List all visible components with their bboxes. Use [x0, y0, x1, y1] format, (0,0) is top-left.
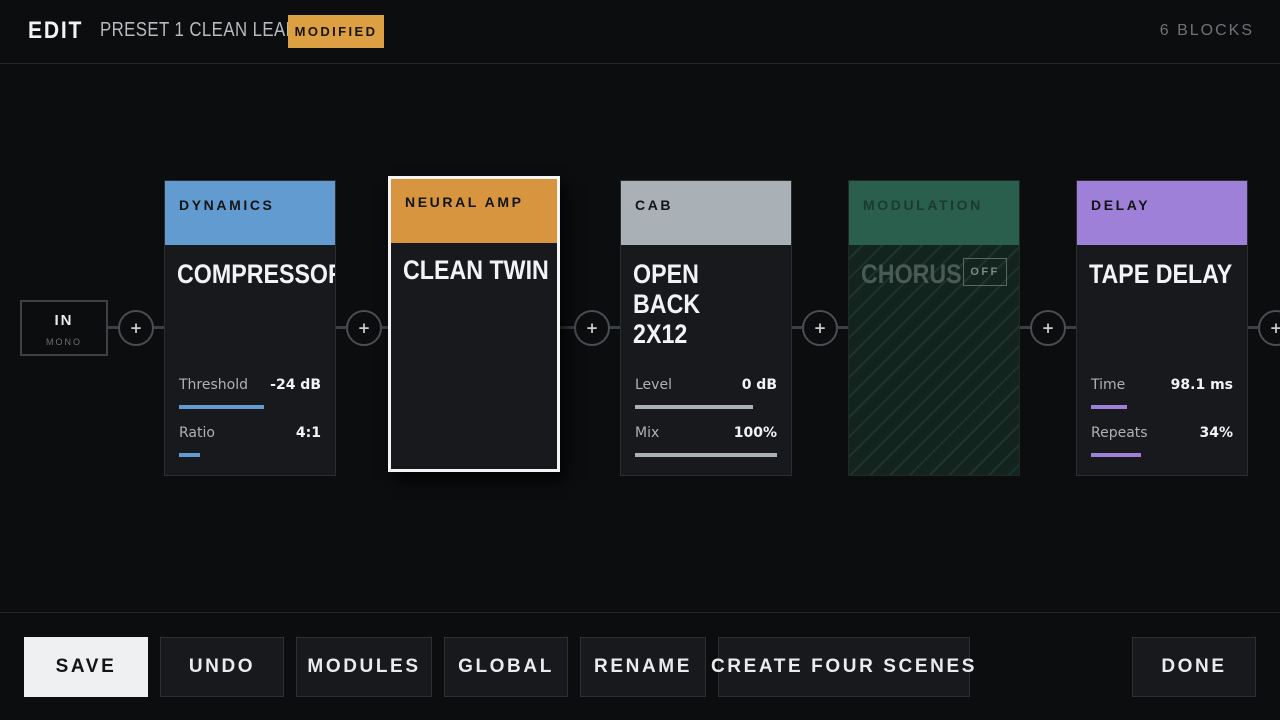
- param-value: 34%: [1199, 425, 1233, 441]
- block-category: CAB: [621, 181, 791, 245]
- block-compressor[interactable]: DYNAMICS COMPRESSOR Threshold -24 dB Rat…: [164, 180, 336, 476]
- block-category: DELAY: [1077, 181, 1247, 245]
- block-chorus[interactable]: MODULATION CHORUS OFF: [848, 180, 1020, 476]
- modified-badge: MODIFIED: [288, 15, 384, 48]
- param-label: Time: [1091, 377, 1126, 393]
- param-slider[interactable]: [635, 453, 777, 457]
- save-button[interactable]: SAVE: [24, 637, 148, 697]
- input-label: IN: [54, 311, 74, 329]
- block-count: 6 BLOCKS: [1159, 22, 1254, 39]
- block-open-back-2x12[interactable]: CAB OPEN BACK 2X12 Level 0 dB Mix 100%: [620, 180, 792, 476]
- global-button[interactable]: GLOBAL: [444, 637, 568, 697]
- param-mix[interactable]: Mix 100%: [635, 425, 777, 457]
- block-name: CLEAN TWIN: [403, 255, 549, 285]
- block-category: MODULATION: [849, 181, 1019, 245]
- plus-icon: +: [1041, 319, 1055, 337]
- plus-icon: +: [357, 319, 371, 337]
- param-slider-fill: [179, 453, 201, 457]
- plus-icon: +: [585, 319, 599, 337]
- add-block-button[interactable]: +: [1030, 310, 1066, 346]
- param-slider[interactable]: [635, 405, 777, 409]
- param-slider-fill: [635, 453, 777, 457]
- input-node[interactable]: IN MONO: [20, 300, 108, 356]
- input-mode: MONO: [46, 336, 82, 347]
- param-value: 98.1 ms: [1170, 377, 1233, 393]
- param-label: Repeats: [1091, 425, 1148, 441]
- preset-name[interactable]: PRESET 1 CLEAN LEAD: [100, 19, 298, 42]
- param-level[interactable]: Level 0 dB: [635, 377, 777, 409]
- mode-title: EDIT: [28, 17, 84, 44]
- param-slider[interactable]: [179, 453, 321, 457]
- block-category: DYNAMICS: [165, 181, 335, 245]
- param-ratio[interactable]: Ratio 4:1: [179, 425, 321, 457]
- param-slider[interactable]: [179, 405, 321, 409]
- block-tape-delay[interactable]: DELAY TAPE DELAY Time 98.1 ms Repeats 34…: [1076, 180, 1248, 476]
- block-clean-twin[interactable]: NEURAL AMP CLEAN TWIN: [388, 176, 560, 472]
- param-repeats[interactable]: Repeats 34%: [1091, 425, 1233, 457]
- top-bar: EDIT PRESET 1 CLEAN LEAD MODIFIED 6 BLOC…: [0, 0, 1280, 64]
- param-slider-fill: [1091, 453, 1141, 457]
- param-threshold[interactable]: Threshold -24 dB: [179, 377, 321, 409]
- param-label: Level: [635, 377, 672, 393]
- add-block-button[interactable]: +: [346, 310, 382, 346]
- block-name: COMPRESSOR: [177, 259, 336, 289]
- plus-icon: +: [129, 319, 143, 337]
- param-time[interactable]: Time 98.1 ms: [1091, 377, 1233, 409]
- modules-button[interactable]: MODULES: [296, 637, 432, 697]
- add-block-button[interactable]: +: [1258, 310, 1280, 346]
- done-button[interactable]: DONE: [1132, 637, 1256, 697]
- param-label: Mix: [635, 425, 660, 441]
- rename-button[interactable]: RENAME: [580, 637, 706, 697]
- param-value: 4:1: [295, 425, 321, 441]
- plus-icon: +: [1269, 319, 1280, 337]
- param-slider-fill: [179, 405, 265, 409]
- param-label: Threshold: [179, 377, 248, 393]
- bypass-badge[interactable]: OFF: [963, 258, 1007, 286]
- plus-icon: +: [813, 319, 827, 337]
- block-name: TAPE DELAY: [1089, 259, 1233, 289]
- block-name: OPEN BACK 2X12: [633, 259, 701, 349]
- param-slider[interactable]: [1091, 405, 1233, 409]
- undo-button[interactable]: UNDO: [160, 637, 284, 697]
- param-value: -24 dB: [270, 377, 321, 393]
- add-block-button[interactable]: +: [118, 310, 154, 346]
- bottom-toolbar: SAVE UNDO MODULES GLOBAL RENAME CREATE F…: [0, 612, 1280, 720]
- param-slider-fill: [635, 405, 753, 409]
- block-category: NEURAL AMP: [391, 179, 557, 243]
- add-block-button[interactable]: +: [574, 310, 610, 346]
- param-value: 0 dB: [741, 377, 777, 393]
- param-label: Ratio: [179, 425, 215, 441]
- param-slider-fill: [1091, 405, 1127, 409]
- param-slider[interactable]: [1091, 453, 1233, 457]
- create-four-scenes-button[interactable]: CREATE FOUR SCENES: [711, 637, 974, 697]
- param-value: 100%: [733, 425, 777, 441]
- add-block-button[interactable]: +: [802, 310, 838, 346]
